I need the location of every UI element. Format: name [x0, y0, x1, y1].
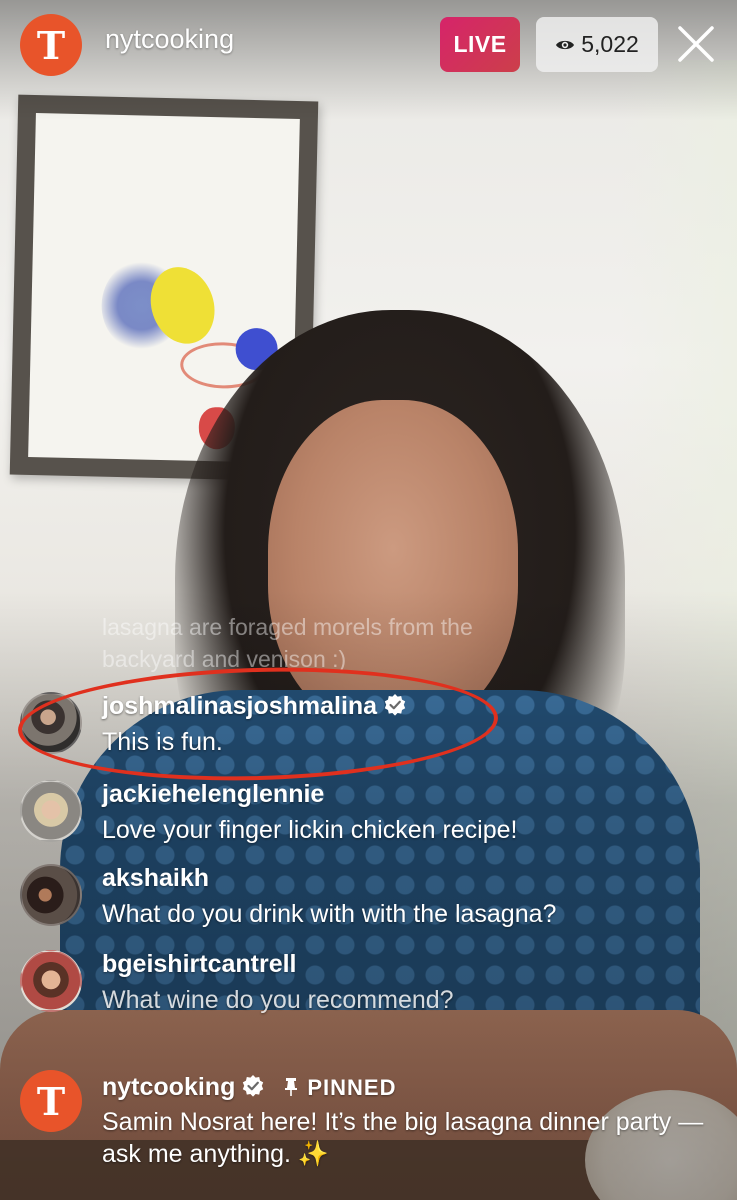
comment-message: Love your finger lickin chicken recipe!: [102, 816, 518, 844]
live-video-screen: T nytcooking LIVE 5,022 lasagna are fora…: [0, 0, 737, 1200]
comment-username[interactable]: akshaikh: [102, 864, 209, 893]
pinned-label: PINNED: [283, 1075, 396, 1101]
pinned-comment[interactable]: T nytcooking PINNED Samin Nosrat here! I…: [20, 1070, 720, 1190]
close-icon[interactable]: [676, 24, 716, 64]
viewer-count: 5,022: [581, 31, 639, 57]
pinned-message: Samin Nosrat here! It’s the big lasagna …: [102, 1108, 704, 1168]
verified-badge-icon: [243, 1075, 264, 1097]
pin-icon: [285, 1078, 298, 1096]
live-header: T nytcooking LIVE 5,022: [0, 0, 737, 90]
viewer-count-badge[interactable]: 5,022: [536, 17, 658, 72]
avatar[interactable]: [20, 864, 82, 926]
nyt-logo-icon: T: [36, 22, 66, 68]
comment-item[interactable]: bgeishirtcantrell What wine do you recom…: [20, 950, 720, 1022]
pinned-username[interactable]: nytcooking PINNED: [102, 1073, 396, 1102]
channel-avatar[interactable]: T: [20, 14, 82, 76]
channel-name[interactable]: nytcooking: [105, 24, 234, 55]
faded-comment-line: lasagna are foraged morels from the: [102, 614, 473, 640]
live-badge: LIVE: [440, 17, 520, 72]
comment-message: What wine do you recommend?: [102, 986, 454, 1014]
pinned-avatar[interactable]: T: [20, 1070, 82, 1132]
nyt-logo-icon: T: [36, 1078, 66, 1124]
comment-item[interactable]: jackiehelenglennie Love your finger lick…: [20, 780, 720, 852]
eye-icon: [556, 40, 575, 49]
comment-item[interactable]: akshaikh What do you drink with with the…: [20, 864, 720, 936]
comment-message: What do you drink with with the lasagna?: [102, 900, 557, 928]
pinned-label-text: PINNED: [307, 1075, 397, 1100]
avatar[interactable]: [20, 780, 82, 842]
comment-username[interactable]: bgeishirtcantrell: [102, 950, 297, 979]
comment-username[interactable]: jackiehelenglennie: [102, 780, 324, 809]
avatar[interactable]: [20, 950, 82, 1012]
username-text: nytcooking: [102, 1073, 236, 1101]
